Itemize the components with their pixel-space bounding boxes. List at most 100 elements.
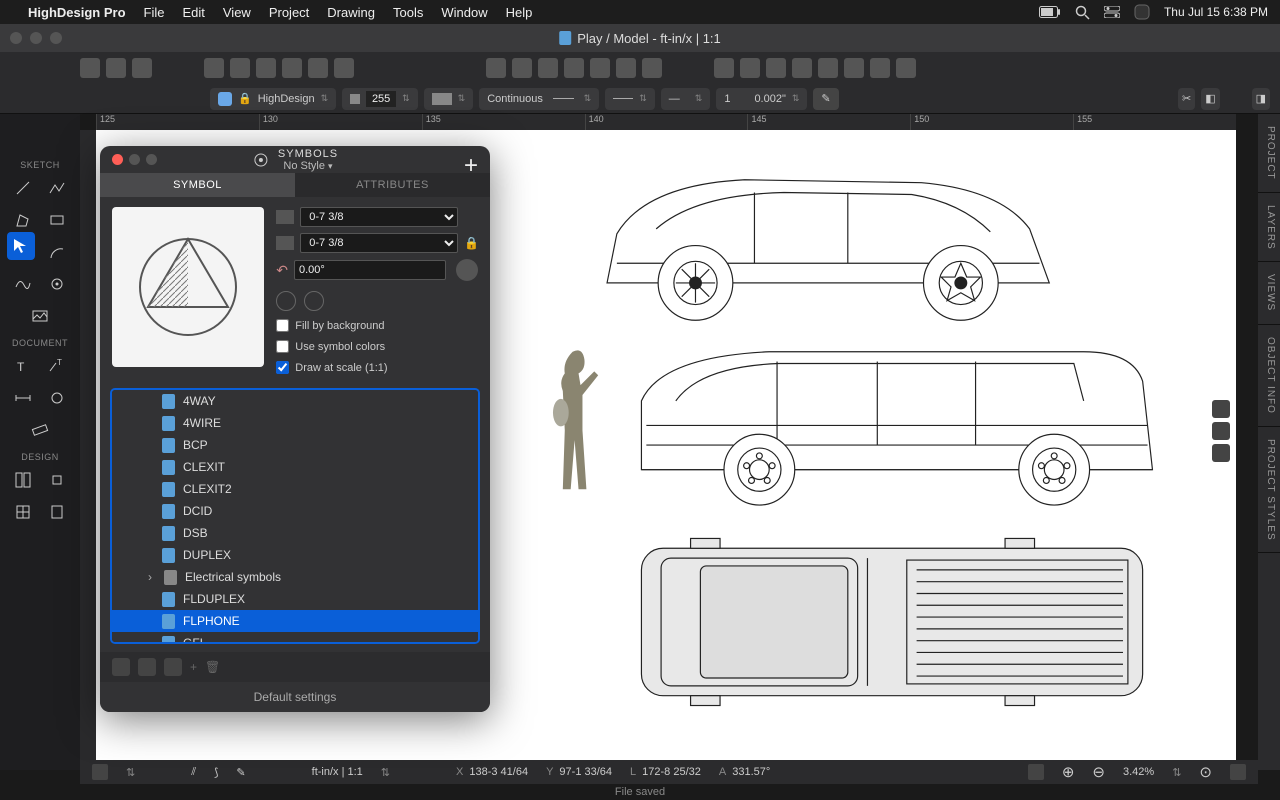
zoom-fit-icon[interactable]: ⊙: [1199, 763, 1212, 781]
symbol-item[interactable]: FLPHONE: [112, 610, 478, 632]
text-tool[interactable]: T: [9, 352, 37, 380]
export-button[interactable]: [164, 658, 182, 676]
symbol-item[interactable]: DSB: [112, 522, 478, 544]
zoom-out-icon[interactable]: ⊖: [1092, 763, 1105, 781]
window-tool[interactable]: [9, 498, 37, 526]
toolbar-icon[interactable]: [896, 58, 916, 78]
scale-checkbox[interactable]: [276, 361, 289, 374]
lineweight-selector[interactable]: ⇅: [605, 88, 655, 110]
tab-project[interactable]: PROJECT: [1258, 114, 1280, 193]
fill-selector[interactable]: ⇅: [424, 88, 474, 110]
tab-layers[interactable]: LAYERS: [1258, 193, 1280, 263]
toolbar-icon[interactable]: [818, 58, 838, 78]
menu-edit[interactable]: Edit: [182, 5, 204, 20]
thickness-field[interactable]: 10.002"⇅: [716, 88, 807, 110]
curve-tool[interactable]: [9, 270, 37, 298]
pen-icon[interactable]: ✎: [236, 766, 245, 779]
menu-view[interactable]: View: [223, 5, 251, 20]
import-button[interactable]: [138, 658, 156, 676]
arrow-tool[interactable]: [7, 232, 35, 260]
tab-attributes[interactable]: ATTRIBUTES: [295, 173, 490, 197]
tag-tool[interactable]: [43, 384, 71, 412]
symbol-item[interactable]: CLEXIT2: [112, 478, 478, 500]
lock-icon[interactable]: 🔒: [464, 236, 478, 250]
annotation-tool[interactable]: T: [43, 352, 71, 380]
menu-help[interactable]: Help: [506, 5, 533, 20]
toolbar-icon[interactable]: [230, 58, 250, 78]
measure-tool[interactable]: [26, 416, 54, 444]
app-name[interactable]: HighDesign Pro: [28, 5, 126, 20]
door-tool[interactable]: [43, 498, 71, 526]
layer-selector[interactable]: 🔒HighDesign⇅: [210, 88, 336, 110]
marker-icon[interactable]: ⟆: [214, 766, 218, 779]
flip-h-icon[interactable]: [276, 291, 296, 311]
folder-button[interactable]: [112, 658, 130, 676]
toolbar-icon[interactable]: [256, 58, 276, 78]
control-center-icon[interactable]: [1104, 6, 1120, 18]
toolbar-icon[interactable]: [740, 58, 760, 78]
clock[interactable]: Thu Jul 15 6:38 PM: [1164, 5, 1268, 19]
panel-window-controls[interactable]: [112, 154, 157, 165]
symbol-colors-checkbox[interactable]: [276, 340, 289, 353]
toolbar-icon[interactable]: [844, 58, 864, 78]
angle-input[interactable]: [294, 260, 446, 280]
toolbar-icon[interactable]: [512, 58, 532, 78]
symbol-item[interactable]: Electrical symbols: [112, 566, 478, 588]
toolbar-icon[interactable]: [80, 58, 100, 78]
width-select[interactable]: 0-7 3/8: [300, 207, 458, 227]
dimension-tool[interactable]: [9, 384, 37, 412]
symbol-item[interactable]: GFI: [112, 632, 478, 644]
toolbar-icon[interactable]: [766, 58, 786, 78]
default-settings-label[interactable]: Default settings: [100, 682, 490, 712]
zoom-icon[interactable]: [1212, 422, 1230, 440]
toolbar-icon[interactable]: [538, 58, 558, 78]
battery-icon[interactable]: [1039, 6, 1061, 18]
pushpin-icon[interactable]: [92, 764, 108, 780]
fit-icon[interactable]: [1212, 444, 1230, 462]
menu-drawing[interactable]: Drawing: [327, 5, 375, 20]
flip-v-icon[interactable]: [304, 291, 324, 311]
grid-icon[interactable]: [1028, 764, 1044, 780]
toolbar-icon[interactable]: [282, 58, 302, 78]
panel-subtitle[interactable]: No Style: [283, 160, 325, 172]
add-symbol-button[interactable]: +: [464, 152, 478, 180]
symbol-item[interactable]: CLEXIT: [112, 456, 478, 478]
scale-display[interactable]: ft-in/x | 1:1: [312, 766, 363, 778]
toolbar-icon[interactable]: [334, 58, 354, 78]
edit-button[interactable]: ✎: [813, 88, 838, 110]
tab-project-styles[interactable]: PROJECT STYLES: [1258, 427, 1280, 554]
sidebar-toggle[interactable]: ◨: [1252, 88, 1270, 110]
symbol-item[interactable]: 4WAY: [112, 390, 478, 412]
symbol-item[interactable]: 4WIRE: [112, 412, 478, 434]
toolbar-icon[interactable]: [106, 58, 126, 78]
line-tool[interactable]: [9, 174, 37, 202]
rect-tool[interactable]: [43, 206, 71, 234]
tool-icon[interactable]: ✂: [1178, 88, 1195, 110]
tab-views[interactable]: VIEWS: [1258, 262, 1280, 324]
menu-file[interactable]: File: [144, 5, 165, 20]
search-icon[interactable]: [1075, 5, 1090, 20]
symbol-item[interactable]: DCID: [112, 500, 478, 522]
image-tool[interactable]: [26, 302, 54, 330]
symbol-item[interactable]: BCP: [112, 434, 478, 456]
tool-icon[interactable]: ◧: [1201, 88, 1219, 110]
toolbar-icon[interactable]: [204, 58, 224, 78]
hatch-icon[interactable]: ⫽: [191, 766, 196, 779]
toolbar-icon[interactable]: [132, 58, 152, 78]
pin-icon[interactable]: [1230, 764, 1246, 780]
symbol-list[interactable]: 4WAY4WIREBCPCLEXITCLEXIT2DCIDDSBDUPLEXEl…: [110, 388, 480, 644]
angle-dial[interactable]: [456, 259, 478, 281]
delete-button[interactable]: 🗑: [205, 660, 220, 674]
arc-tool[interactable]: [43, 238, 71, 266]
toolbar-icon[interactable]: [590, 58, 610, 78]
linetype-selector[interactable]: Continuous⇅: [479, 88, 599, 110]
toolbar-icon[interactable]: [870, 58, 890, 78]
menu-window[interactable]: Window: [441, 5, 487, 20]
zoom-in-icon[interactable]: ⊕: [1062, 763, 1075, 781]
menu-project[interactable]: Project: [269, 5, 309, 20]
siri-icon[interactable]: [1134, 4, 1150, 20]
toolbar-icon[interactable]: [616, 58, 636, 78]
tab-symbol[interactable]: SYMBOL: [100, 173, 295, 197]
symbol-item[interactable]: DUPLEX: [112, 544, 478, 566]
fill-bg-checkbox[interactable]: [276, 319, 289, 332]
